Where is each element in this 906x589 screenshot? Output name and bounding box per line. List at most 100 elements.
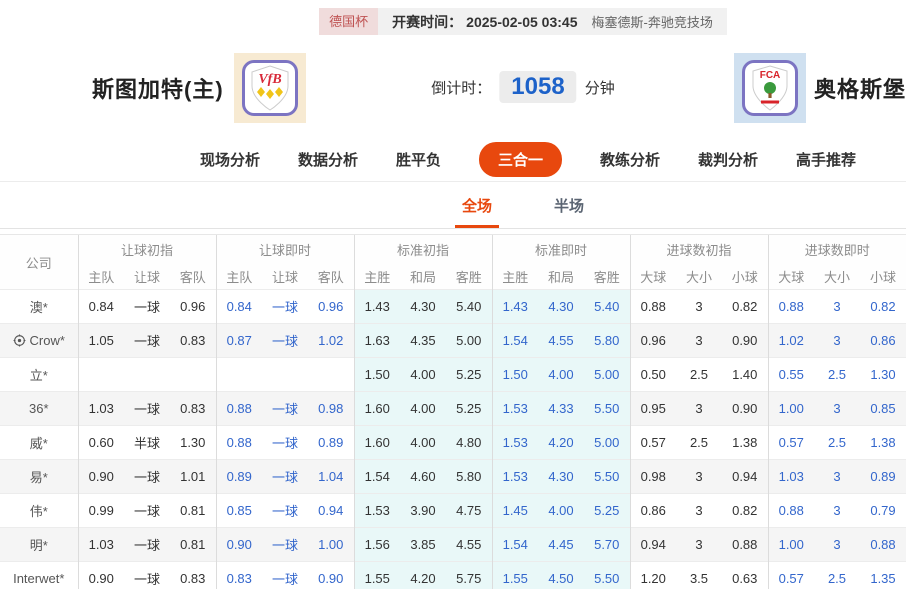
nav-tab-7[interactable]: 高手推荐 xyxy=(796,149,856,170)
odds-cell[interactable]: 4.30 xyxy=(538,459,584,494)
odds-cell[interactable]: 一球 xyxy=(262,527,308,562)
odds-cell[interactable]: 0.88 xyxy=(215,391,262,426)
odds-cell[interactable]: 1.43 xyxy=(491,289,538,324)
odds-cell[interactable]: 4.33 xyxy=(538,391,584,426)
odds-cell[interactable]: 1.54 xyxy=(491,323,538,358)
odds-cell[interactable]: 一球 xyxy=(262,323,308,358)
odds-cell[interactable]: 4.55 xyxy=(538,323,584,358)
sub-tab-1[interactable]: 全场 xyxy=(454,195,499,228)
odds-cell[interactable]: 0.94 xyxy=(308,493,354,528)
sub-tab-2[interactable]: 半场 xyxy=(547,195,591,228)
odds-cell[interactable]: 一球 xyxy=(262,493,308,528)
odds-cell[interactable]: 1.38 xyxy=(860,425,906,460)
company-cell[interactable]: 36* xyxy=(0,391,78,426)
odds-cell[interactable]: 1.53 xyxy=(491,391,538,426)
sub-column-header: 大小 xyxy=(814,263,860,290)
company-cell[interactable]: Interwet* xyxy=(0,561,78,589)
odds-cell[interactable]: 5.50 xyxy=(584,391,630,426)
odds-cell[interactable]: 1.03 xyxy=(767,459,814,494)
company-cell[interactable]: 立* xyxy=(0,357,78,392)
odds-cell[interactable]: 0.89 xyxy=(308,425,354,460)
odds-cell[interactable]: 4.20 xyxy=(538,425,584,460)
odds-cell[interactable]: 4.30 xyxy=(538,289,584,324)
odds-cell[interactable]: 0.87 xyxy=(215,323,262,358)
odds-cell[interactable]: 3 xyxy=(814,323,860,358)
odds-cell[interactable]: 5.50 xyxy=(584,561,630,589)
odds-cell[interactable]: 1.35 xyxy=(860,561,906,589)
odds-cell: 一球 xyxy=(124,323,170,358)
odds-cell[interactable]: 3 xyxy=(814,391,860,426)
odds-cell[interactable]: 0.82 xyxy=(860,289,906,324)
odds-cell[interactable]: 1.00 xyxy=(767,527,814,562)
odds-cell[interactable]: 一球 xyxy=(262,391,308,426)
odds-cell[interactable]: 0.88 xyxy=(215,425,262,460)
nav-tab-3[interactable]: 胜平负 xyxy=(396,149,441,170)
company-cell[interactable]: Crow* xyxy=(0,323,78,358)
odds-cell[interactable]: 1.00 xyxy=(308,527,354,562)
odds-cell[interactable]: 1.02 xyxy=(767,323,814,358)
odds-cell[interactable]: 1.04 xyxy=(308,459,354,494)
odds-cell[interactable]: 0.83 xyxy=(215,561,262,589)
odds-cell[interactable]: 一球 xyxy=(262,425,308,460)
odds-row: Interwet* 0.90 一球 0.83 0.83 一球 0.90 1.55 4.20 5.7… xyxy=(0,561,906,589)
odds-cell[interactable]: 0.57 xyxy=(767,561,814,589)
odds-cell[interactable]: 0.88 xyxy=(767,493,814,528)
nav-tab-1[interactable]: 现场分析 xyxy=(200,149,260,170)
odds-cell[interactable]: 5.70 xyxy=(584,527,630,562)
odds-cell[interactable]: 5.25 xyxy=(584,493,630,528)
odds-cell[interactable]: 0.79 xyxy=(860,493,906,528)
odds-cell[interactable]: 0.85 xyxy=(215,493,262,528)
odds-cell[interactable]: 4.00 xyxy=(538,357,584,392)
company-cell[interactable]: 易* xyxy=(0,459,78,494)
odds-cell[interactable]: 2.5 xyxy=(814,357,860,392)
odds-cell[interactable]: 5.00 xyxy=(584,425,630,460)
odds-cell[interactable]: 0.57 xyxy=(767,425,814,460)
company-cell[interactable]: 威* xyxy=(0,425,78,460)
odds-cell[interactable]: 1.02 xyxy=(308,323,354,358)
odds-cell[interactable]: 0.85 xyxy=(860,391,906,426)
odds-cell[interactable]: 5.50 xyxy=(584,459,630,494)
nav-tab-5[interactable]: 教练分析 xyxy=(600,149,660,170)
company-name: 伟* xyxy=(29,504,48,519)
odds-cell[interactable]: 一球 xyxy=(262,289,308,324)
odds-cell[interactable]: 1.53 xyxy=(491,425,538,460)
company-cell[interactable]: 伟* xyxy=(0,493,78,528)
odds-cell[interactable]: 0.86 xyxy=(860,323,906,358)
odds-cell[interactable]: 一球 xyxy=(262,459,308,494)
nav-tab-6[interactable]: 裁判分析 xyxy=(698,149,758,170)
odds-cell[interactable]: 4.50 xyxy=(538,561,584,589)
nav-tab-2[interactable]: 数据分析 xyxy=(298,149,358,170)
odds-cell[interactable]: 3 xyxy=(814,289,860,324)
odds-cell[interactable]: 4.00 xyxy=(538,493,584,528)
odds-cell[interactable]: 0.90 xyxy=(215,527,262,562)
odds-cell[interactable]: 0.89 xyxy=(860,459,906,494)
odds-cell[interactable]: 0.88 xyxy=(860,527,906,562)
odds-cell[interactable]: 0.90 xyxy=(308,561,354,589)
company-cell[interactable]: 明* xyxy=(0,527,78,562)
odds-cell[interactable]: 2.5 xyxy=(814,425,860,460)
odds-cell[interactable]: 3 xyxy=(814,493,860,528)
odds-cell[interactable]: 1.00 xyxy=(767,391,814,426)
odds-cell[interactable]: 0.88 xyxy=(767,289,814,324)
odds-cell[interactable]: 1.53 xyxy=(491,459,538,494)
odds-cell[interactable]: 1.55 xyxy=(491,561,538,589)
odds-cell[interactable]: 1.30 xyxy=(860,357,906,392)
odds-cell[interactable]: 4.45 xyxy=(538,527,584,562)
odds-cell[interactable]: 2.5 xyxy=(814,561,860,589)
odds-cell[interactable]: 1.45 xyxy=(491,493,538,528)
odds-cell[interactable]: 0.55 xyxy=(767,357,814,392)
odds-cell[interactable]: 0.96 xyxy=(308,289,354,324)
odds-cell[interactable]: 3 xyxy=(814,527,860,562)
nav-tab-4[interactable]: 三合一 xyxy=(478,141,562,177)
company-cell[interactable]: 澳* xyxy=(0,289,78,324)
odds-cell[interactable]: 1.50 xyxy=(491,357,538,392)
odds-cell[interactable]: 5.40 xyxy=(584,289,630,324)
odds-cell[interactable]: 一球 xyxy=(262,561,308,589)
odds-cell[interactable]: 0.89 xyxy=(215,459,262,494)
odds-cell[interactable]: 1.54 xyxy=(491,527,538,562)
odds-cell[interactable]: 3 xyxy=(814,459,860,494)
odds-cell[interactable]: 5.00 xyxy=(584,357,630,392)
odds-cell[interactable]: 0.84 xyxy=(215,289,262,324)
odds-cell[interactable]: 5.80 xyxy=(584,323,630,358)
odds-cell[interactable]: 0.98 xyxy=(308,391,354,426)
